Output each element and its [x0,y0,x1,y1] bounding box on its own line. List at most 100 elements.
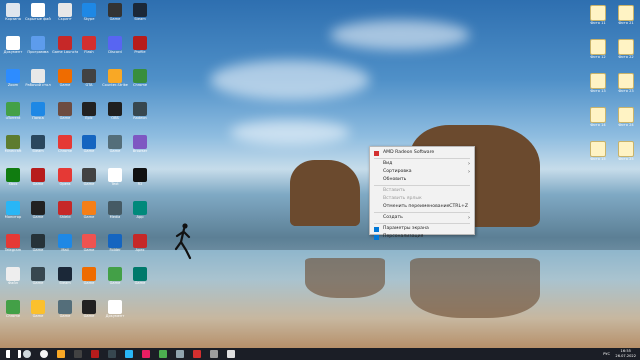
settings-icon[interactable] [227,350,235,358]
desktop-file-icon[interactable]: Фото 11 [585,5,611,35]
desktop-icon[interactable]: Game [25,201,51,231]
menu-item[interactable]: Вставить ярлык [370,195,474,203]
app-icon[interactable] [108,350,116,358]
desktop-file-icon[interactable]: Фото 23 [613,73,639,103]
desktop-icon[interactable]: Game [76,135,102,165]
desktop-icon[interactable]: Game [25,234,51,264]
desktop-icon[interactable]: Radeon [127,102,153,132]
desktop-icon[interactable]: Game [76,267,102,297]
desktop-icon[interactable]: R2 [127,168,153,198]
desktop-icon[interactable]: Корзина [0,3,26,33]
desktop-icon[interactable]: Steam [52,267,78,297]
language-indicator[interactable]: РУС [603,352,610,356]
desktop-icon[interactable]: Apex [127,234,153,264]
search-icon[interactable] [23,350,31,358]
desktop-file-icon[interactable]: Фото 22 [613,39,639,69]
desktop-icon[interactable]: Документ [102,300,128,330]
desktop-icon[interactable]: Mail [52,234,78,264]
desktop-icon[interactable]: Opera [52,168,78,198]
skype-icon[interactable] [125,350,133,358]
desktop-icon[interactable]: Game [76,168,102,198]
desktop-icon[interactable]: Программа [25,36,51,66]
desktop-icon[interactable]: Profile [127,36,153,66]
desktop-icon[interactable]: Xbox [0,168,26,198]
desktop-icon[interactable]: Папка [25,102,51,132]
game-icon[interactable] [74,350,82,358]
menu-item[interactable]: Создать › [370,214,474,222]
menu-item[interactable]: Вид › [370,160,474,168]
desktop-file-icon[interactable]: Фото 15 [585,141,611,171]
folder-icon[interactable] [57,350,65,358]
desktop[interactable]: Корзина Скрытые файлы Скрипт Skype Game Steam… [0,0,640,360]
menu-item[interactable]: Отменить переименование CTRL+Z [370,203,474,211]
menu-item[interactable]: Персонализация [370,233,474,241]
menu-item[interactable]: Сортировка › [370,168,474,176]
desktop-icon[interactable]: uTorrent [0,102,26,132]
desktop-icon[interactable]: Game [127,267,153,297]
desktop-icon[interactable]: Game [102,267,128,297]
desktop-icon[interactable]: Steam [25,135,51,165]
desktop-icon[interactable]: Game [102,135,128,165]
browser-icon[interactable] [193,350,201,358]
desktop-icon[interactable]: Файл [0,267,26,297]
yandex-icon[interactable] [40,350,48,358]
desktop-icon[interactable]: Counter-Strike [102,69,128,99]
desktop-icon[interactable]: App [127,201,153,231]
desktop-icon[interactable]: Рабочий стол [25,69,51,99]
desktop-icon[interactable]: Game Launcher [52,36,78,66]
app-icon[interactable] [142,350,150,358]
desktop-file-icon[interactable]: Фото 13 [585,73,611,103]
menu-item[interactable]: Обновить [370,176,474,184]
desktop-icon[interactable]: Game [52,102,78,132]
desktop-icon[interactable]: Minecraft [0,135,26,165]
menu-item[interactable]: AMD Radeon Software [370,149,474,157]
desktop-icon[interactable]: Zoom [0,69,26,99]
desktop-icon[interactable]: Steam [127,3,153,33]
desktop-icon[interactable]: Text [102,168,128,198]
app-icon[interactable] [91,350,99,358]
desktop-icon[interactable]: Game [102,3,128,33]
desktop-icon[interactable]: Browser [127,135,153,165]
desktop-file-icon[interactable]: Фото 21 [613,5,639,35]
desktop-icon[interactable]: OBS [102,102,128,132]
desktop-icon[interactable]: Скрипт [52,3,78,33]
file-icon [618,73,634,89]
desktop-icon[interactable] [127,300,153,330]
desktop-icon[interactable]: Folder [102,234,128,264]
desktop-file-icon[interactable]: Фото 14 [585,107,611,137]
desktop-icon[interactable]: Game [25,168,51,198]
desktop-icon[interactable]: Flash [76,36,102,66]
desktop-file-icon[interactable]: Фото 25 [613,141,639,171]
desktop-icon[interactable]: Game [76,300,102,330]
desktop-icon[interactable]: Game [52,69,78,99]
desktop-icon[interactable]: Game [25,300,51,330]
desktop-file-icon[interactable]: Фото 24 [613,107,639,137]
desktop-icon[interactable]: Chrome [52,135,78,165]
desktop-icon[interactable]: Game [25,267,51,297]
app-icon[interactable] [159,350,167,358]
app-icon [133,234,147,248]
desktop-icon[interactable]: Shield [52,201,78,231]
app-icon[interactable] [210,350,218,358]
desktop-icon[interactable]: Discord [102,36,128,66]
desktop-icon[interactable]: Skype [76,3,102,33]
menu-item[interactable]: Вставить [370,187,474,195]
start-icon[interactable] [6,350,21,358]
desktop-icon[interactable]: Game [76,201,102,231]
desktop-icon[interactable]: Game [76,234,102,264]
desktop-icon[interactable]: Media [102,201,128,231]
desktop-icon[interactable]: Документ [0,36,26,66]
desktop-icon[interactable]: Game [52,300,78,330]
steam-icon[interactable] [176,350,184,358]
desktop-icon[interactable]: Epic [76,102,102,132]
desktop-icon[interactable]: Chrome [0,300,26,330]
desktop-icon[interactable]: Telegram [0,234,26,264]
desktop-icon[interactable]: GTA [76,69,102,99]
desktop-icon[interactable]: Chrome [127,69,153,99]
menu-item[interactable]: Параметры экрана [370,225,474,233]
desktop-file-icon[interactable]: Фото 12 [585,39,611,69]
clock[interactable]: 16:55 26.07.2022 [615,349,636,358]
desktop-icon[interactable]: Скрытые файлы [25,3,51,33]
wallpaper-cloud [210,60,370,100]
desktop-icon[interactable]: Монитор [0,201,26,231]
